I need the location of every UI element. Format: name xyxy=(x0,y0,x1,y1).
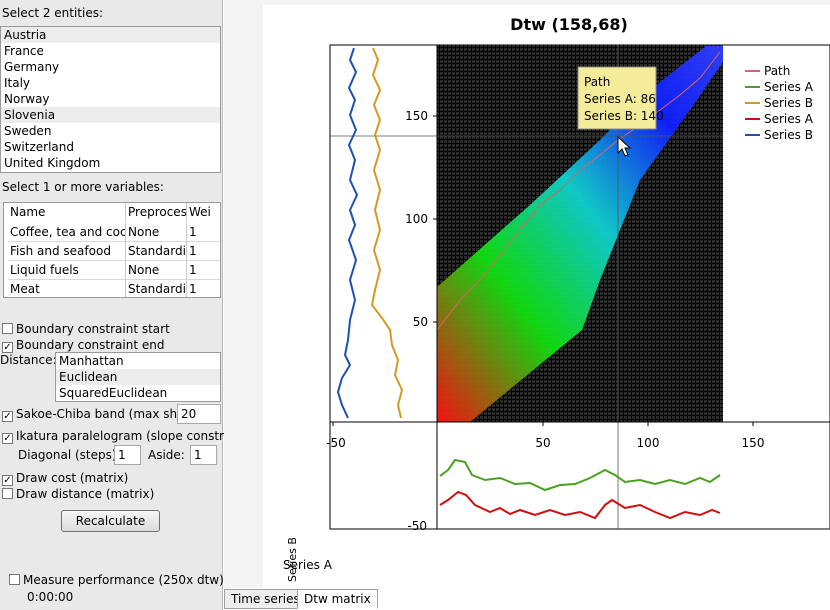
series-b-orange xyxy=(370,47,404,419)
cell-weight[interactable]: 1 xyxy=(187,223,220,242)
list-item[interactable]: Germany xyxy=(1,59,220,75)
sakoe-chiba-checkbox[interactable]: ✓ Sakoe-Chiba band (max shift): xyxy=(2,406,198,422)
checkbox-box[interactable] xyxy=(2,323,13,334)
recalculate-button[interactable]: Recalculate xyxy=(61,510,160,532)
cell-name[interactable]: Meat xyxy=(8,280,126,297)
series-b-left xyxy=(336,47,359,419)
y-tick-label: 150 xyxy=(405,109,428,123)
y-tick-label: 100 xyxy=(405,212,428,226)
y-tick-label: 50 xyxy=(413,315,428,329)
x-tick-label: -50 xyxy=(326,436,346,450)
checkbox-box[interactable]: ✓ xyxy=(2,342,13,353)
list-item[interactable]: United Kingdom xyxy=(1,155,220,171)
checkbox-label: Sakoe-Chiba band (max shift): xyxy=(16,407,198,421)
sakoe-chiba-input[interactable]: 20 xyxy=(177,404,221,424)
tooltip: Path Series A: 86 Series B: 140 xyxy=(577,66,664,130)
cell-preprocess[interactable]: Standardiz xyxy=(126,242,187,261)
list-item[interactable]: Slovenia xyxy=(1,107,220,123)
legend-label: Path xyxy=(764,64,790,78)
timer-text: 0:00:00 xyxy=(27,590,74,604)
list-item[interactable]: Manhattan xyxy=(56,353,220,369)
list-item[interactable]: Sweden xyxy=(1,123,220,139)
cell-weight[interactable]: 1 xyxy=(187,261,220,280)
x-tick-label: 50 xyxy=(535,436,550,450)
lower-y-tick-label: -50 xyxy=(407,519,427,533)
boundary-start-checkbox[interactable]: Boundary constraint start xyxy=(2,321,170,337)
legend-label: Series A xyxy=(764,112,814,126)
x-tick-label: 100 xyxy=(637,436,660,450)
tab-dtw-matrix[interactable]: Dtw matrix xyxy=(297,589,378,609)
checkbox-label: Boundary constraint start xyxy=(16,322,170,336)
axis-label-series-a: Series A xyxy=(283,558,333,572)
cell-preprocess[interactable]: None xyxy=(126,261,187,280)
diagonal-label: Diagonal (steps): xyxy=(18,448,121,462)
checkbox-label: Boundary constraint end xyxy=(16,338,165,352)
list-item[interactable]: Euclidean xyxy=(56,369,220,385)
list-item[interactable]: France xyxy=(1,43,220,59)
cell-preprocess[interactable]: Standardiz xyxy=(126,280,187,297)
column-header-preprocess[interactable]: Preproces xyxy=(126,203,187,222)
cell-preprocess[interactable]: None xyxy=(126,223,187,242)
variables-label: Select 1 or more variables: xyxy=(2,180,164,194)
aside-input[interactable]: 1 xyxy=(190,445,217,465)
tooltip-title: Path xyxy=(584,75,610,89)
list-item[interactable]: Norway xyxy=(1,91,220,107)
checkbox-label: Measure performance (250x dtw) xyxy=(23,573,224,587)
cell-weight[interactable]: 1 xyxy=(187,280,220,297)
distance-list[interactable]: Manhattan Euclidean SquaredEuclidean xyxy=(55,352,221,402)
column-header-name[interactable]: Name xyxy=(8,203,126,222)
series-a-lower xyxy=(439,458,721,492)
cell-weight[interactable]: 1 xyxy=(187,242,220,261)
chart-title: Dtw (158,68) xyxy=(510,15,628,34)
checkbox-box[interactable] xyxy=(2,488,13,499)
legend-label: Series B xyxy=(764,128,813,142)
aside-label: Aside: xyxy=(148,448,185,462)
measure-performance-checkbox[interactable]: Measure performance (250x dtw) xyxy=(9,572,224,588)
entities-label: Select 2 entities: xyxy=(2,6,104,20)
distance-label: Distance: xyxy=(0,353,57,367)
cell-name[interactable]: Liquid fuels xyxy=(8,261,126,280)
legend-label: Series A xyxy=(764,80,814,94)
cell-name[interactable]: Coffee, tea and cocoa xyxy=(8,223,126,242)
legend-label: Series B xyxy=(764,96,813,110)
checkbox-label: Draw distance (matrix) xyxy=(16,487,155,501)
checkbox-box[interactable]: ✓ xyxy=(2,433,13,444)
diagonal-input[interactable]: 1 xyxy=(114,445,141,465)
tab-time-series[interactable]: Time series xyxy=(224,589,307,609)
settings-panel: Select 2 entities: Austria France German… xyxy=(0,0,235,610)
series-b-lower xyxy=(439,490,721,520)
list-item[interactable]: Switzerland xyxy=(1,139,220,155)
column-header-weight[interactable]: Wei xyxy=(187,203,220,222)
list-item[interactable]: Italy xyxy=(1,75,220,91)
draw-distance-checkbox[interactable]: Draw distance (matrix) xyxy=(2,486,154,502)
ikatura-checkbox[interactable]: ✓ Ikatura paralelogram (slope constr.): xyxy=(2,428,235,444)
draw-cost-checkbox[interactable]: ✓ Draw cost (matrix) xyxy=(2,470,128,486)
variables-grid[interactable]: Name Preproces Wei Coffee, tea and cocoa… xyxy=(3,202,221,298)
boundary-end-checkbox[interactable]: ✓ Boundary constraint end xyxy=(2,337,164,353)
checkbox-box[interactable]: ✓ xyxy=(2,475,13,486)
x-tick-label: 150 xyxy=(742,436,765,450)
entities-list[interactable]: Austria France Germany Italy Norway Slov… xyxy=(0,26,221,173)
legend: Path Series A Series B Series A Series B xyxy=(745,64,814,142)
checkbox-label: Draw cost (matrix) xyxy=(16,471,129,485)
checkbox-box[interactable]: ✓ xyxy=(2,411,13,422)
list-item[interactable]: SquaredEuclidean xyxy=(56,385,220,401)
dtw-chart[interactable]: Dtw (158,68) 150 100 50 -50 50 100 150 -… xyxy=(263,5,830,588)
dtw-plot[interactable]: Dtw (158,68) 150 100 50 -50 50 100 150 -… xyxy=(263,5,830,588)
tooltip-line: Series B: 140 xyxy=(584,109,664,123)
tooltip-line: Series A: 86 xyxy=(584,92,656,106)
list-item[interactable]: Austria xyxy=(1,27,220,43)
cell-name[interactable]: Fish and seafood xyxy=(8,242,126,261)
checkbox-box[interactable] xyxy=(9,574,20,585)
checkbox-label: Ikatura paralelogram (slope constr.): xyxy=(16,429,236,443)
